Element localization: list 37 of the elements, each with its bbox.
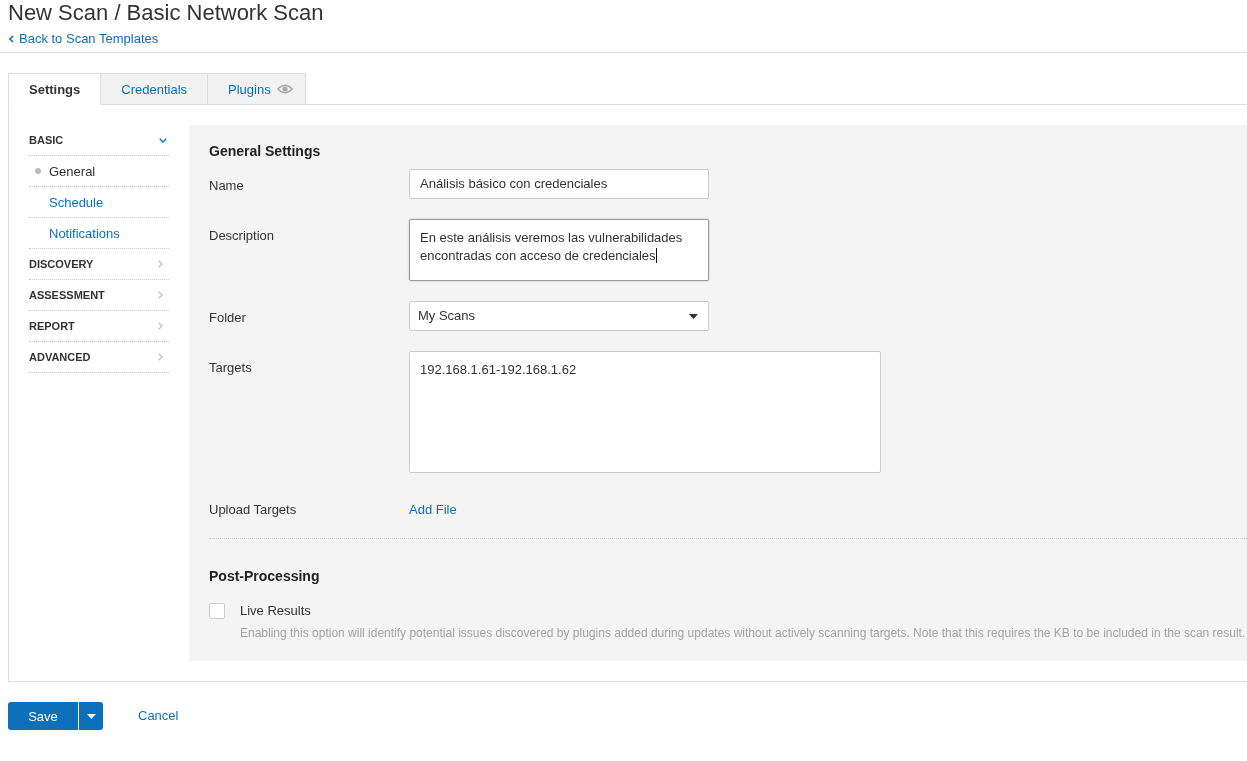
section-heading: Post-Processing (209, 568, 320, 585)
tab[interactable]: Plugins (208, 73, 306, 105)
add-file-link[interactable]: Add File (409, 502, 457, 517)
caret-down-icon (86, 713, 96, 719)
option-description: Enabling this option will identify potential issues discovered by plugins added during updates without actively scanning targets. Note that this requires the KB to be included in the scan result. (240, 625, 1246, 641)
bullet-dot-icon (35, 168, 41, 174)
caret-down-icon (689, 313, 698, 319)
sidebar-section[interactable]: BASIC (29, 125, 169, 156)
sidebar-section[interactable]: ASSESSMENT (29, 280, 169, 311)
save-button[interactable]: Save (8, 702, 78, 730)
sidebar-section[interactable]: ADVANCED (29, 342, 169, 373)
back-link[interactable]: Back to Scan Templates (8, 31, 159, 47)
sidebar-item[interactable]: Schedule (29, 187, 169, 218)
folder-dropdown[interactable]: My Scans (409, 301, 709, 331)
sidebar-item[interactable]: Notifications (29, 218, 169, 249)
section-heading: General Settings (209, 143, 321, 160)
checkbox[interactable] (209, 603, 225, 619)
field-label: Upload Targets (209, 502, 297, 518)
cancel-button[interactable]: Cancel (138, 708, 179, 724)
sidebar-section[interactable]: DISCOVERY (29, 249, 169, 280)
tab[interactable]: Credentials (101, 73, 209, 105)
field-label: Folder (209, 310, 246, 326)
text-cursor-icon (655, 248, 657, 263)
save-options-button[interactable] (79, 702, 103, 730)
targets-field[interactable]: 192.168.1.61-192.168.1.62 (409, 351, 881, 473)
description-field[interactable]: En este análisis veremos las vulnerabilidades encontradas con acceso de credenciales (409, 219, 709, 281)
sidebar-section[interactable]: REPORT (29, 311, 169, 342)
field-label: Name (209, 178, 244, 194)
sidebar-item[interactable]: General (29, 156, 169, 187)
option-label: Live Results (240, 603, 311, 619)
eye-icon (276, 84, 293, 94)
tab[interactable]: Settings (8, 73, 102, 105)
field-label: Targets (209, 360, 252, 376)
page-title: New Scan / Basic Network Scan (8, 0, 324, 26)
chevron-left-icon (9, 35, 14, 43)
name-field[interactable]: Análisis básico con credenciales (409, 169, 709, 199)
field-label: Description (209, 228, 275, 244)
